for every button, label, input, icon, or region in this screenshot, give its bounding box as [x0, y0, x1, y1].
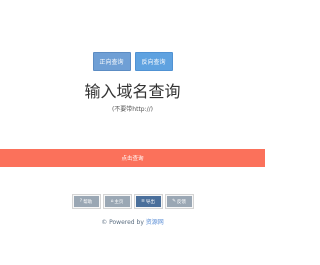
page: 正向查询 反向查询 输入域名查询 (不要带http://) 点击查询 ? 帮助 … — [0, 0, 265, 265]
input-hint: (不要带http://) — [111, 106, 154, 113]
help-icon: ? — [79, 199, 83, 204]
page-title: 输入域名查询 — [84, 82, 181, 101]
search-button-label: 点击查询 — [121, 156, 144, 162]
export-button[interactable]: ≡ 导出 — [133, 194, 163, 209]
mode-tabs: 正向查询 反向查询 — [0, 52, 265, 71]
feedback-button-label: 反馈 — [176, 199, 186, 205]
tab-forward-query-label: 正向查询 — [99, 59, 124, 66]
home-button[interactable]: ⌂ 主页 — [102, 194, 132, 209]
feedback-button[interactable]: ✎ 反馈 — [164, 194, 194, 209]
help-button-label: 帮助 — [83, 199, 93, 205]
pencil-icon: ✎ — [172, 199, 176, 204]
home-button-label: 主页 — [114, 199, 124, 205]
tab-forward-query[interactable]: 正向查询 — [92, 52, 131, 71]
help-button[interactable]: ? 帮助 — [71, 194, 101, 209]
home-icon: ⌂ — [110, 199, 114, 204]
search-button[interactable]: 点击查询 — [0, 149, 265, 167]
tool-buttons: ? 帮助 ⌂ 主页 ≡ 导出 ✎ 反馈 — [0, 194, 265, 209]
footer: © Powered by 资源网 — [0, 219, 265, 227]
export-button-label: 导出 — [145, 199, 155, 205]
list-icon: ≡ — [141, 199, 145, 204]
tab-reverse-query-label: 反向查询 — [141, 59, 166, 66]
footer-brand-link[interactable]: 资源网 — [146, 219, 164, 226]
footer-prefix: © Powered by — [101, 219, 146, 226]
tab-reverse-query[interactable]: 反向查询 — [134, 52, 173, 71]
